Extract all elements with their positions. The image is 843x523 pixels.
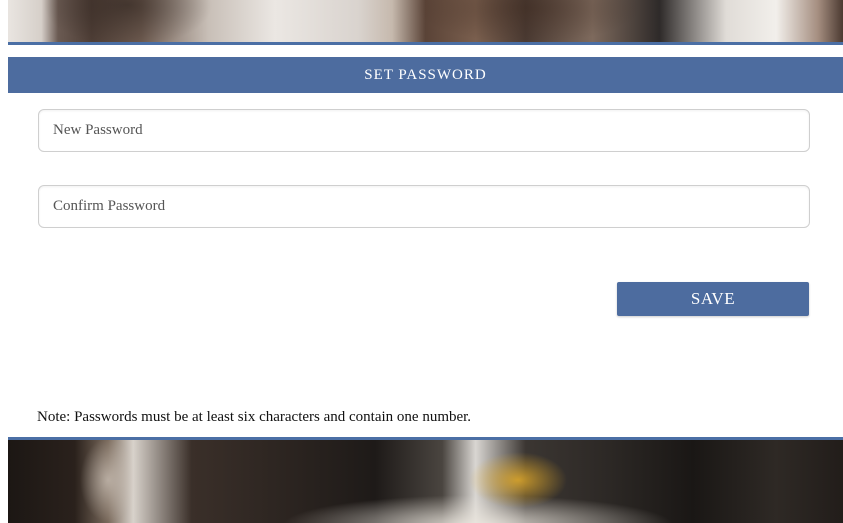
page-title: SET PASSWORD — [364, 66, 487, 83]
confirm-password-input[interactable] — [38, 185, 810, 228]
header-photo-banner — [8, 0, 843, 42]
set-password-page: SET PASSWORD SAVE Note: Passwords must b… — [0, 0, 843, 523]
section-header-bar: SET PASSWORD — [8, 57, 843, 93]
new-password-input[interactable] — [38, 109, 810, 152]
footer-photo-highlight — [8, 440, 843, 523]
header-photo-shade — [8, 0, 843, 42]
password-requirements-note: Note: Passwords must be at least six cha… — [37, 409, 472, 425]
header-divider — [8, 42, 843, 45]
footer-photo-banner — [8, 440, 843, 523]
save-button[interactable]: SAVE — [617, 282, 809, 316]
